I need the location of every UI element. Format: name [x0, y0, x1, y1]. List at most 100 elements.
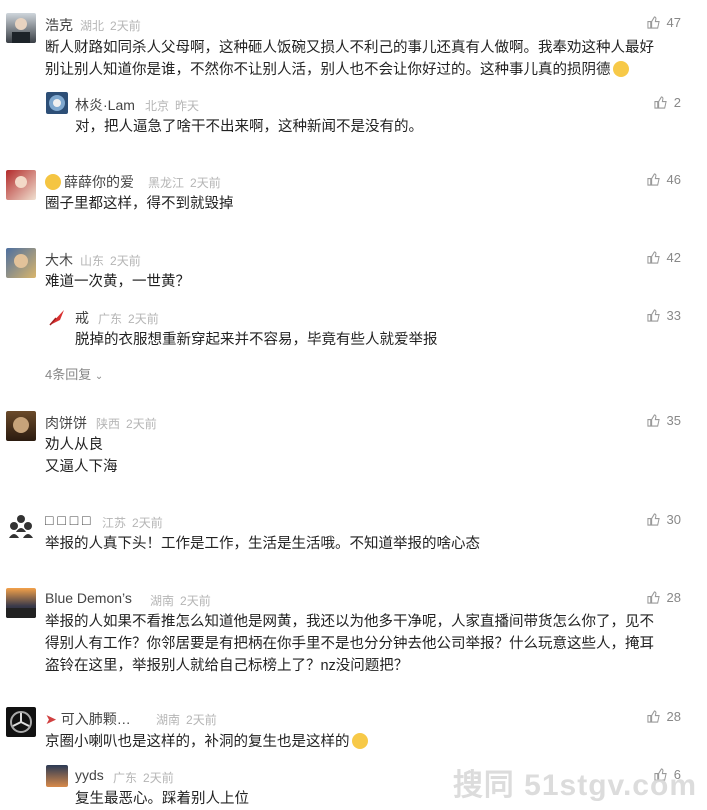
thumbs-up-icon [654, 96, 667, 109]
timestamp: 2天前 [190, 176, 221, 190]
reply-meta: 广东 2天前 [98, 310, 165, 327]
group-avatar-icon [9, 515, 33, 538]
like-button[interactable]: 46 [646, 172, 681, 187]
avatar[interactable] [6, 248, 36, 278]
like-count: 33 [666, 308, 681, 323]
laugh-emoji-icon [612, 61, 629, 77]
like-count: 30 [666, 512, 681, 527]
location: 广东 [98, 312, 123, 326]
avatar[interactable] [6, 411, 36, 441]
like-count: 2 [673, 95, 681, 110]
rocket-emoji-icon: ➤ [45, 711, 57, 727]
comment-meta: 湖南 2天前 [156, 711, 223, 728]
username[interactable]: 浩克 [45, 15, 73, 35]
location: 黑龙江 [148, 176, 185, 190]
thumbs-up-icon [646, 309, 660, 322]
avatar[interactable] [46, 306, 68, 328]
user-avatar-icon [49, 95, 65, 111]
avatar[interactable] [6, 707, 36, 737]
user-avatar-icon [14, 254, 28, 268]
timestamp: 2天前 [110, 19, 141, 33]
location: 湖南 [150, 594, 175, 608]
thumbs-up-icon [646, 710, 660, 723]
thumbs-up-icon [646, 251, 660, 264]
timestamp: 2天前 [110, 254, 141, 268]
comment-text: 京圈小喇叭也是这样的，补洞的复生也是这样的 [45, 731, 368, 753]
thumbs-up-icon [646, 16, 660, 29]
reply-meta: 广东 2天前 [113, 769, 180, 786]
like-button[interactable]: 30 [646, 512, 681, 527]
comment-text: 难道一次黄，一世黄？ [45, 274, 190, 290]
feather-icon [49, 310, 64, 326]
avatar[interactable] [6, 13, 36, 43]
sunset-avatar-icon [6, 608, 36, 618]
timestamp: 2天前 [143, 771, 174, 785]
username[interactable]: □ □ □ □ [45, 512, 91, 528]
like-count: 42 [666, 250, 681, 265]
like-count: 28 [666, 709, 681, 724]
more-replies-link[interactable]: 4条回复 ⌄ [45, 364, 103, 383]
timestamp: 昨天 [175, 99, 200, 113]
comment-meta: 湖北 2天前 [80, 17, 147, 34]
fan-avatar-icon [10, 711, 32, 733]
location: 湖南 [156, 713, 181, 727]
like-button[interactable]: 2 [654, 95, 681, 110]
like-count: 35 [666, 413, 681, 428]
username[interactable]: 戒 [75, 308, 89, 328]
avatar[interactable] [6, 510, 36, 540]
like-button[interactable]: 47 [646, 15, 681, 30]
avatar[interactable] [6, 588, 36, 618]
username[interactable]: 林炎·Lam [75, 95, 135, 115]
location: 山东 [80, 254, 105, 268]
username[interactable]: yyds [75, 767, 104, 783]
comment-text: 举报的人如果不看推怎么知道他是网黄，我还以为他多干净呢，人家直播间带货怎么你了，… [45, 614, 654, 674]
location: 江苏 [102, 516, 127, 530]
username[interactable]: ➤ 可入肺颗… [45, 709, 131, 729]
user-avatar-icon [15, 176, 27, 188]
avatar[interactable] [46, 765, 68, 787]
like-button[interactable]: 42 [646, 250, 681, 265]
username[interactable]: 肉饼饼 [45, 413, 87, 433]
thumbs-up-icon [646, 591, 660, 604]
username[interactable]: 大木 [45, 250, 73, 270]
comment-meta: 湖南 2天前 [150, 592, 217, 609]
comment-meta: 陕西 2天前 [96, 415, 163, 432]
like-button[interactable]: 28 [646, 590, 681, 605]
comment-meta: 黑龙江 2天前 [148, 174, 227, 191]
watermark: 搜同 51stgv.com [452, 769, 697, 802]
like-button[interactable]: 35 [646, 413, 681, 428]
like-count: 46 [666, 172, 681, 187]
avatar[interactable] [6, 170, 36, 200]
comment-text: 举报的人真下头！工作是工作，生活是生活哦。不知道举报的啥心态 [45, 536, 480, 552]
user-avatar-icon [12, 18, 30, 43]
like-button[interactable]: 28 [646, 709, 681, 724]
thumbs-up-icon [646, 173, 660, 186]
smirk-emoji-icon [351, 733, 368, 749]
user-avatar-icon [13, 417, 29, 433]
avatar[interactable] [46, 92, 68, 114]
reply-text: 脱掉的衣服想重新穿起来并不容易，毕竟有些人就爱举报 [75, 332, 438, 348]
comment-text: 劝人从良 又逼人下海 [45, 437, 118, 475]
location: 湖北 [80, 19, 105, 33]
like-button[interactable]: 33 [646, 308, 681, 323]
location: 陕西 [96, 417, 121, 431]
emoji-icon [45, 174, 61, 190]
timestamp: 2天前 [180, 594, 211, 608]
like-count: 28 [666, 590, 681, 605]
timestamp: 2天前 [132, 516, 163, 530]
username[interactable]: 薛薛你的爱 [45, 172, 134, 192]
like-count: 47 [666, 15, 681, 30]
thumbs-up-icon [646, 414, 660, 427]
timestamp: 2天前 [186, 713, 217, 727]
thumbs-up-icon [646, 513, 660, 526]
chevron-down-icon: ⌄ [94, 371, 104, 382]
reply-meta: 北京 昨天 [145, 97, 205, 114]
comment-text: 圈子里都这样，得不到就毁掉 [45, 196, 234, 212]
reply-text: 对，把人逼急了啥干不出来啊，这种新闻不是没有的。 [75, 119, 423, 135]
username[interactable]: Blue Demon’s [45, 590, 132, 606]
location: 北京 [145, 99, 170, 113]
comment-meta: 江苏 2天前 [102, 514, 169, 531]
comment-text: 断人财路如同杀人父母啊，这种砸人饭碗又损人不利己的事儿还真有人做啊。我奉劝这种人… [45, 40, 654, 78]
location: 广东 [113, 771, 138, 785]
timestamp: 2天前 [128, 312, 159, 326]
